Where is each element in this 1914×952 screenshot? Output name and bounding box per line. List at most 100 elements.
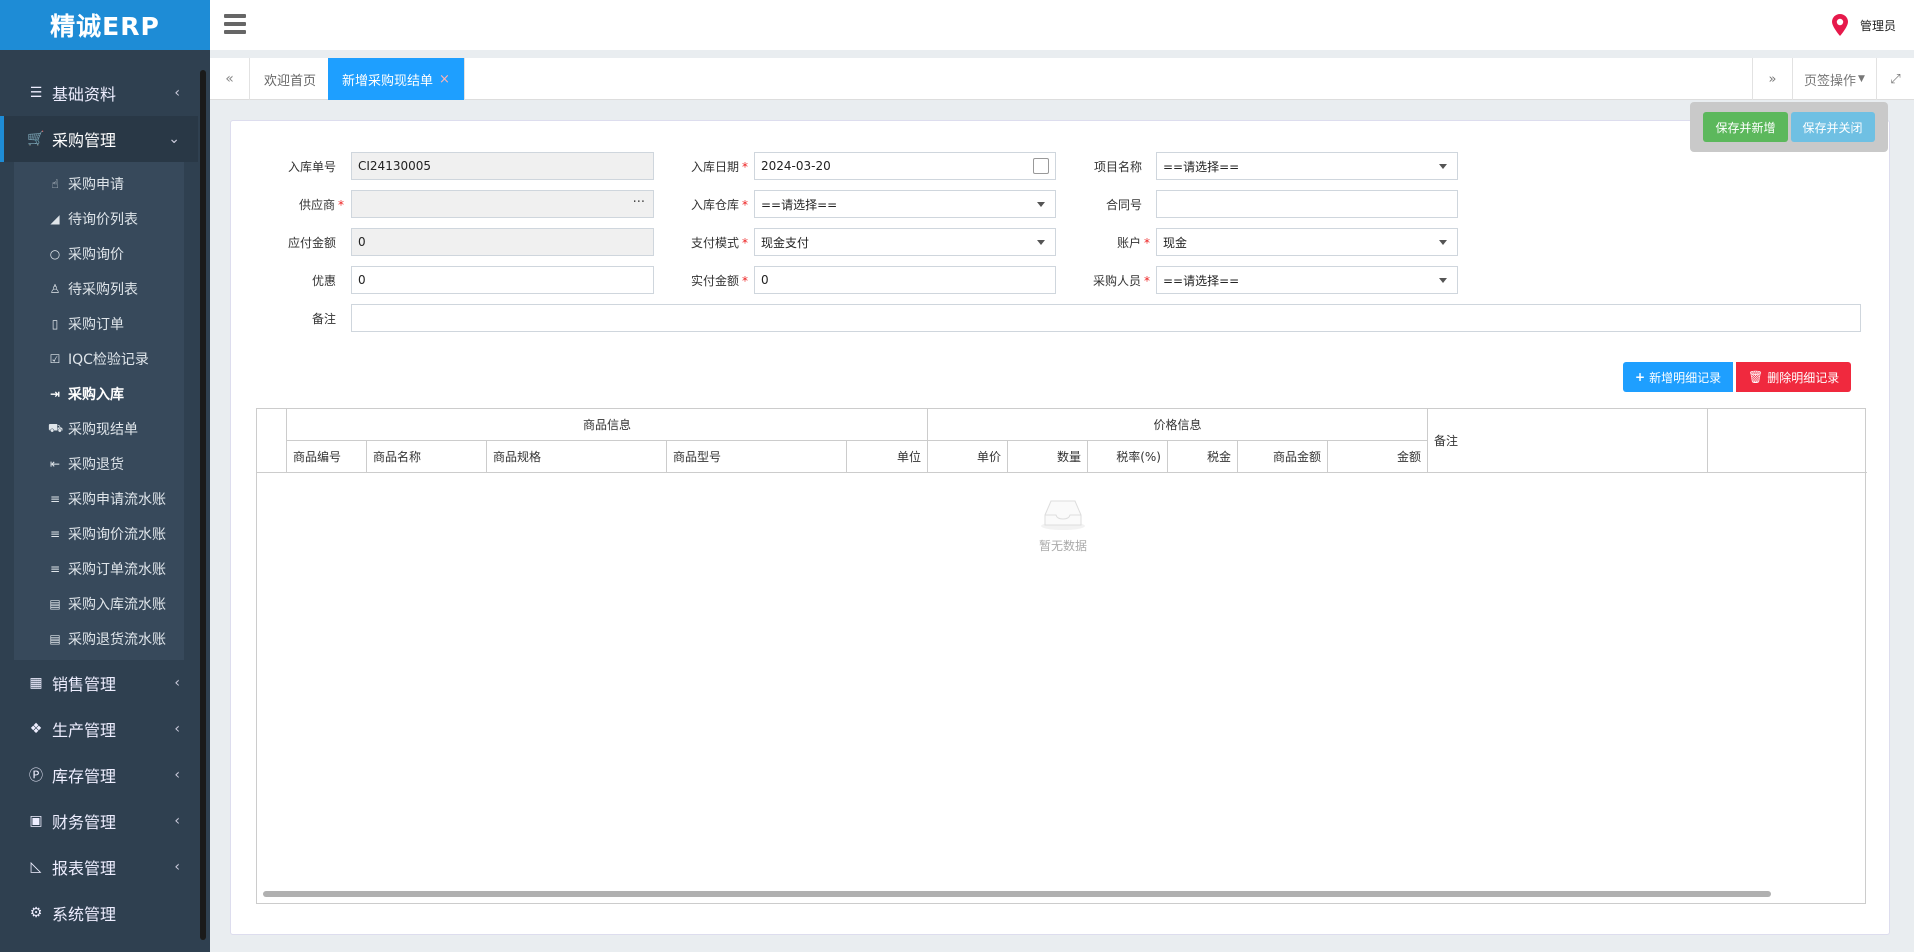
grid-col-header[interactable]: 商品金额	[1238, 441, 1328, 473]
pay-mode-select[interactable]: 现金支付	[754, 228, 1056, 256]
add-detail-button[interactable]: + 新增明细记录	[1623, 362, 1734, 392]
sidebar-subitem-label: 待采购列表	[68, 281, 138, 298]
grid-col-header[interactable]: 单价	[928, 441, 1008, 473]
grid-col-header[interactable]: 金额	[1328, 441, 1428, 473]
grid-col-filler	[1708, 409, 1867, 473]
sidebar-subitem-label: 待询价列表	[68, 211, 138, 228]
in-no-field[interactable]: CI24130005	[351, 152, 654, 180]
calendar-icon[interactable]	[1033, 158, 1049, 174]
tab-operations-dropdown[interactable]: 页签操作 ▼	[1792, 58, 1876, 100]
sidebar-subitem[interactable]: ♙ 待采购列表	[14, 271, 184, 306]
sidebar-subitem[interactable]: ▤ 采购退货流水账	[14, 621, 184, 656]
paid-field[interactable]: 0	[754, 266, 1056, 294]
sidebar-subitem[interactable]: ○ 采购询价	[14, 236, 184, 271]
gear-icon: ⚙	[29, 905, 43, 921]
payable-field[interactable]: 0	[351, 228, 654, 256]
sidebar-item-system[interactable]: ⚙ 系统管理	[0, 890, 198, 936]
tab-ops-label: 页签操作	[1804, 73, 1857, 89]
grid-col-header[interactable]: 单位	[847, 441, 928, 473]
grid-col-header[interactable]: 商品规格	[487, 441, 667, 473]
sidebar-subitem[interactable]: ☑ IQC检验记录	[14, 341, 184, 376]
list-icon: ☰	[29, 85, 43, 101]
grid-col-header[interactable]: 商品编号	[287, 441, 367, 473]
empty-inbox-icon	[1041, 500, 1085, 530]
sidebar-subitem[interactable]: ⇤ 采购退货	[14, 446, 184, 481]
account-label: 账户 *	[1116, 236, 1150, 250]
sidebar-item-label: 财务管理	[52, 813, 117, 832]
tab-home[interactable]: 欢迎首页	[250, 58, 332, 100]
sidebar-item-production[interactable]: ❖ 生产管理 ‹	[0, 706, 198, 752]
chevron-left-icon: ‹	[174, 675, 180, 691]
sidebar-item-label: 销售管理	[52, 675, 117, 694]
buyer-label: 采购人员 *	[1092, 274, 1150, 288]
grid-checkbox-col[interactable]	[257, 409, 287, 473]
buyer-select[interactable]: ==请选择==	[1156, 266, 1458, 294]
sidebar-subitem[interactable]: ▤ 采购入库流水账	[14, 586, 184, 621]
tab-new-purchase-settlement[interactable]: 新增采购现结单 ×	[328, 58, 465, 100]
grid-col-header[interactable]: 数量	[1008, 441, 1088, 473]
sidebar-item-sales[interactable]: ▦ 销售管理 ‹	[0, 660, 198, 706]
sidebar-subitem[interactable]: ◢ 待询价列表	[14, 201, 184, 236]
sidebar-subitem[interactable]: ⇥ 采购入库	[14, 376, 184, 411]
grid-col-header[interactable]: 税率(%)	[1088, 441, 1168, 473]
chevron-left-icon: ‹	[174, 859, 180, 875]
chevron-left-icon: ‹	[174, 721, 180, 737]
sidebar-item-basic[interactable]: ☰ 基础资料 ‹	[0, 70, 198, 116]
user-name: 管理员	[1859, 18, 1896, 33]
ellipsis-icon[interactable]: ···	[633, 195, 645, 210]
grid-col-header[interactable]: 税金	[1168, 441, 1238, 473]
warehouse-select[interactable]: ==请选择==	[754, 190, 1056, 218]
sidebar-item-finance[interactable]: ▣ 财务管理 ‹	[0, 798, 198, 844]
bars-icon: ≡	[49, 491, 61, 506]
check-square-icon: ☑	[49, 351, 61, 366]
chevron-left-icon: ‹	[174, 813, 180, 829]
contract-field[interactable]	[1156, 190, 1458, 218]
menu-toggle-icon[interactable]	[224, 14, 246, 34]
supplier-picker[interactable]: ···	[351, 190, 654, 218]
sidebar-subitem[interactable]: ≡ 采购询价流水账	[14, 516, 184, 551]
in-date-field[interactable]: 2024-03-20	[754, 152, 1056, 180]
grid-horizontal-scrollbar[interactable]	[263, 891, 1771, 897]
sidebar-subitem[interactable]: ≡ 采购订单流水账	[14, 551, 184, 586]
money-icon: ▣	[29, 813, 43, 829]
field-value: 0	[358, 273, 366, 287]
account-select[interactable]: 现金	[1156, 228, 1458, 256]
sidebar-subitem[interactable]: ▯ 采购订单	[14, 306, 184, 341]
sidebar-subitem[interactable]: ≡ 采购申请流水账	[14, 481, 184, 516]
grid-col-remark[interactable]: 备注	[1428, 409, 1708, 473]
discount-label: 优惠	[311, 274, 336, 288]
project-select[interactable]: ==请选择==	[1156, 152, 1458, 180]
chevron-down-icon	[1037, 240, 1045, 245]
paid-label: 实付金额 *	[690, 274, 748, 288]
delete-detail-button[interactable]: 🗑 删除明细记录	[1736, 362, 1852, 392]
tabs-scroll-left-icon[interactable]: «	[210, 58, 250, 100]
user-menu[interactable]: 管理员	[1831, 14, 1896, 36]
empty-text: 暂无数据	[1038, 539, 1087, 553]
grid-col-header[interactable]: 商品型号	[667, 441, 847, 473]
remark-field[interactable]	[351, 304, 1861, 332]
sidebar-scrollbar[interactable]	[200, 70, 206, 940]
save-and-new-button[interactable]: 保存并新增	[1703, 112, 1788, 142]
sidebar-item-purchase[interactable]: 🛒 采购管理 ⌄	[0, 116, 198, 162]
sidebar-item-reports[interactable]: ◺ 报表管理 ‹	[0, 844, 198, 890]
sidebar-subitem-label: 采购订单	[68, 316, 124, 333]
hand-icon: ☝	[51, 176, 59, 191]
sidebar-item-label: 基础资料	[52, 85, 117, 104]
close-icon[interactable]: ×	[439, 72, 450, 87]
circle-icon: ○	[49, 246, 61, 261]
remark-label: 备注	[311, 312, 336, 326]
save-toolbar: 保存并新增 保存并关闭	[1690, 102, 1888, 152]
in-no-label: 入库单号	[287, 160, 336, 174]
tabs-scroll-right-icon[interactable]: »	[1752, 58, 1792, 100]
sidebar-subitem[interactable]: ☝ 采购申请	[14, 166, 184, 201]
fullscreen-icon[interactable]: ⤢	[1876, 58, 1914, 100]
sidebar-item-label: 系统管理	[52, 905, 117, 924]
chevron-left-icon: ‹	[174, 767, 180, 783]
discount-field[interactable]: 0	[351, 266, 654, 294]
grid-col-header[interactable]: 商品名称	[367, 441, 487, 473]
sidebar-item-inventory[interactable]: Ⓟ 库存管理 ‹	[0, 752, 198, 798]
sign-out-icon: ⇤	[49, 456, 61, 471]
save-and-close-button[interactable]: 保存并关闭	[1790, 112, 1875, 142]
cubes-icon: ❖	[29, 721, 43, 737]
sidebar-subitem[interactable]: ⛟ 采购现结单	[14, 411, 184, 446]
